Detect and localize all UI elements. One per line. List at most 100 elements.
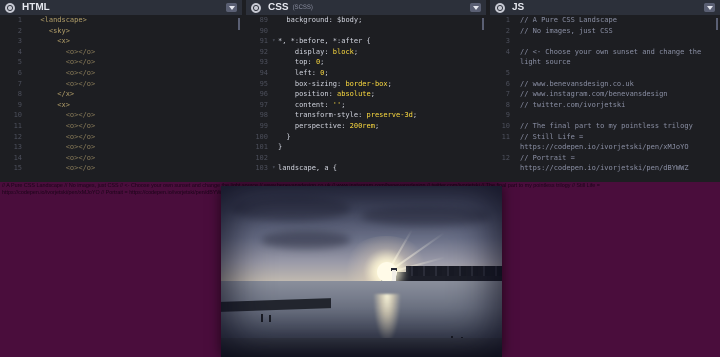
css-code-area[interactable]: 89 background: $body; 90 91 ▾ *, *:before, *… <box>246 15 486 175</box>
code-text: <o></o> <box>32 58 96 67</box>
code-text: // <- Choose your own sunset and change … <box>520 47 702 56</box>
line-number: 8 <box>505 100 510 109</box>
js-editor-title: JS <box>512 2 525 13</box>
code-text: <o></o> <box>32 111 96 120</box>
line-number: 103 <box>255 164 268 173</box>
js-code-area[interactable]: 1 // A Pure CSS Landscape 2 // No images, j… <box>490 15 720 175</box>
code-token: ; <box>324 68 329 77</box>
code-token: ; <box>374 121 380 130</box>
chevron-down-icon[interactable] <box>470 3 481 12</box>
code-line: 11 // Still Life = <box>490 132 720 143</box>
js-editor[interactable]: JS 1 // A Pure CSS Landscape 2 // No images… <box>490 0 720 175</box>
code-line: 15 <o></o> <box>0 163 242 174</box>
line-number: 2 <box>505 26 510 35</box>
css-scrollbar[interactable] <box>482 18 484 30</box>
line-number: 9 <box>505 111 510 120</box>
result-preview: // A Pure CSS Landscape // No images, ju… <box>0 182 720 357</box>
code-text: <landscape> <box>32 16 87 24</box>
line-number: 4 <box>17 47 22 56</box>
line-number: 96 <box>259 90 268 99</box>
line-number: 6 <box>505 79 510 88</box>
css-editor-preprocessor: (SCSS) <box>292 4 313 11</box>
code-token: *, *:before, *:after { <box>278 37 371 46</box>
line-number: 90 <box>259 26 268 35</box>
code-text: https://codepen.io/ivorjetski/pen/dBYWWZ <box>520 164 689 173</box>
code-text: // A Pure CSS Landscape <box>520 16 617 24</box>
code-text: light source <box>520 58 571 67</box>
code-token: perspective: <box>278 121 350 130</box>
code-token: ; <box>412 111 418 120</box>
code-text: <o></o> <box>32 132 96 141</box>
gear-icon[interactable] <box>251 2 261 13</box>
code-line: 89 background: $body; <box>246 15 486 26</box>
code-text: // www.benevansdesign.co.uk <box>520 79 634 88</box>
css-editor[interactable]: CSS (SCSS) 89 background: $body; 90 91 ▾ *, … <box>246 0 486 175</box>
line-number: 14 <box>13 153 22 162</box>
line-number: 1 <box>17 16 22 24</box>
code-text: // Still Life = <box>520 132 584 141</box>
html-editor-title: HTML <box>22 2 50 13</box>
code-line: 2 <sky> <box>0 26 242 37</box>
code-text: // Portrait = <box>520 153 575 162</box>
code-token: absolute <box>337 90 371 99</box>
html-scrollbar[interactable] <box>238 18 240 30</box>
line-number: 12 <box>13 132 22 141</box>
line-number: 1 <box>505 16 510 24</box>
code-line: 2 // No images, just CSS <box>490 26 720 37</box>
landscape-image <box>221 186 502 357</box>
code-line: 5 <box>490 68 720 79</box>
code-line: 5 <o></o> <box>0 57 242 68</box>
code-text: <o></o> <box>32 164 96 173</box>
code-line: https://codepen.io/ivorjetski/pen/dBYWWZ <box>490 163 720 174</box>
html-editor[interactable]: HTML 1 <landscape> 2 <sky> 3 <x> 4 <o></o> 5… <box>0 0 242 175</box>
code-text: <o></o> <box>32 143 96 152</box>
code-line: 90 <box>246 26 486 37</box>
code-text: // The final part to my pointless trilog… <box>520 121 693 130</box>
code-token: preserve-3d <box>366 111 413 120</box>
code-line: 95 box-sizing: border-box; <box>246 79 486 90</box>
code-token: } <box>278 143 283 152</box>
code-token: display: <box>278 47 333 56</box>
js-scrollbar[interactable] <box>716 18 718 30</box>
code-line: 11 <o></o> <box>0 121 242 132</box>
code-token: ; <box>341 100 346 109</box>
chevron-down-icon[interactable] <box>226 3 237 12</box>
code-text: <o></o> <box>32 47 96 56</box>
line-number: 5 <box>17 58 22 67</box>
code-text: // No images, just CSS <box>520 26 613 35</box>
code-line: light source <box>490 57 720 68</box>
line-number: 91 <box>259 37 268 46</box>
code-token: } <box>278 132 291 141</box>
line-number: 7 <box>505 90 510 99</box>
code-line: 9 <box>490 110 720 121</box>
code-text: </x> <box>32 90 75 99</box>
gear-icon[interactable] <box>5 2 15 13</box>
line-number: 94 <box>259 68 268 77</box>
line-number: 98 <box>259 111 268 120</box>
code-line: 7 <o></o> <box>0 79 242 90</box>
code-line: 8 </x> <box>0 89 242 100</box>
line-number: 10 <box>13 111 22 120</box>
code-token: position: <box>278 90 338 99</box>
line-number: 92 <box>259 47 268 56</box>
code-line: 6 <o></o> <box>0 68 242 79</box>
line-number: 13 <box>13 143 22 152</box>
code-line: 3 <x> <box>0 36 242 47</box>
editors-pane: HTML 1 <landscape> 2 <sky> 3 <x> 4 <o></o> 5… <box>0 0 720 175</box>
code-token: 200rem <box>349 121 375 130</box>
line-number <box>490 57 514 68</box>
chevron-down-icon[interactable] <box>704 3 715 12</box>
code-text: // www.instagram.com/benevansdesign <box>520 90 668 99</box>
html-code-area[interactable]: 1 <landscape> 2 <sky> 3 <x> 4 <o></o> 5 <o><… <box>0 15 242 175</box>
code-text: https://codepen.io/ivorjetski/pen/xMJoYO <box>520 143 689 152</box>
fold-marker <box>514 110 520 121</box>
code-line: 4 // <- Choose your own sunset and change… <box>490 47 720 58</box>
fold-marker <box>272 153 278 164</box>
code-line: 92 display: block; <box>246 47 486 58</box>
resize-handle[interactable] <box>0 175 720 182</box>
code-token: left: <box>278 68 321 77</box>
code-line: 12 <o></o> <box>0 132 242 143</box>
line-number: 11 <box>13 121 22 130</box>
gear-icon[interactable] <box>495 2 505 13</box>
line-number: 15 <box>13 164 22 173</box>
